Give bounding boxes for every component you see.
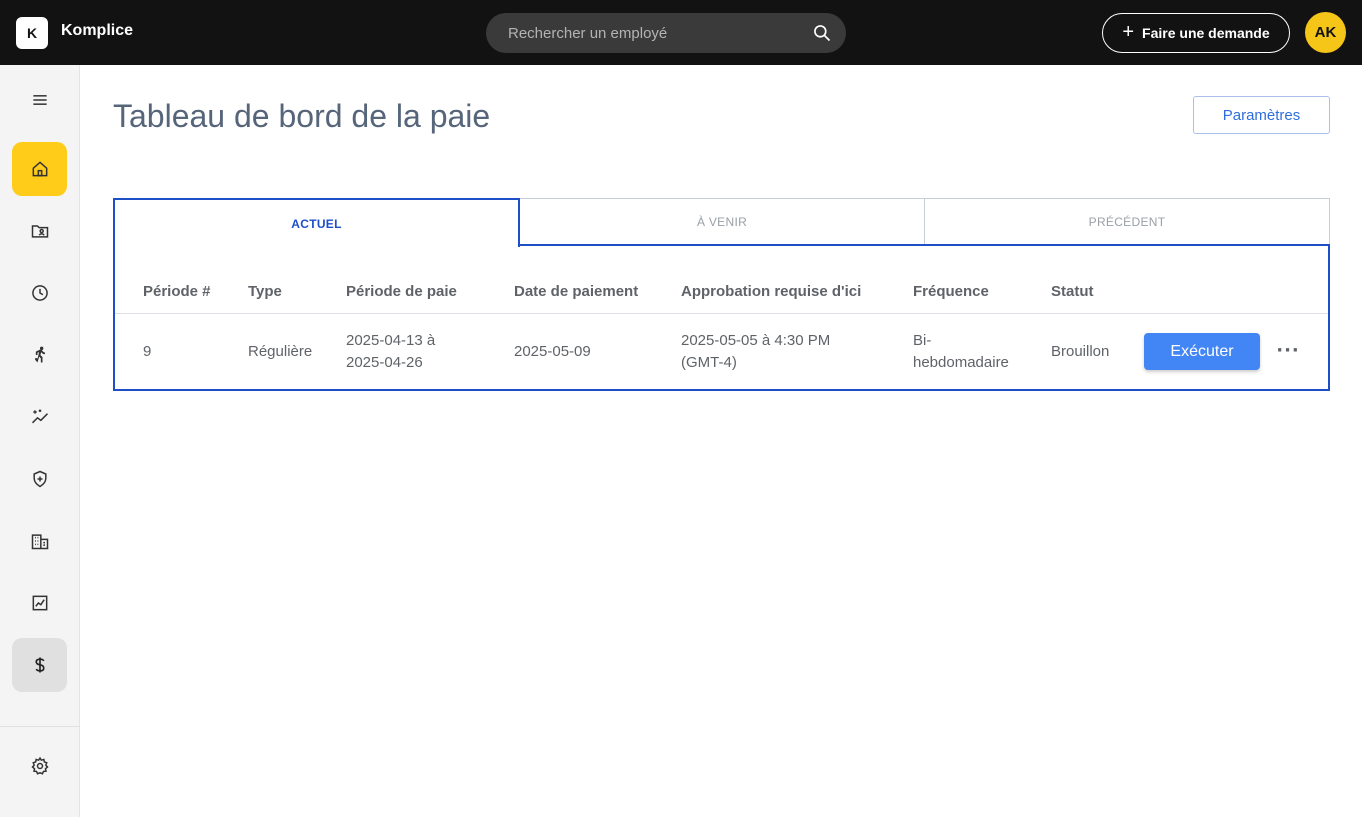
cell-frequency-line2: hebdomadaire [913, 354, 1009, 371]
sidebar-item-payroll[interactable] [12, 638, 67, 692]
more-options-icon[interactable]: ··· [1275, 340, 1301, 362]
request-button-label: Faire une demande [1142, 25, 1270, 41]
cell-type: Régulière [248, 343, 313, 360]
column-header-period: Période # [143, 283, 211, 300]
column-header-frequency: Fréquence [913, 283, 989, 300]
sidebar-item-performance[interactable] [12, 390, 67, 444]
cell-pay-period-start: 2025-04-13 à [346, 332, 436, 349]
cell-approval: 2025-05-05 à 4:30 PM (GMT-4) [681, 330, 830, 374]
column-header-approval: Approbation requise d'ici [681, 283, 862, 300]
search-bar [486, 13, 846, 53]
sidebar-item-activity[interactable] [12, 328, 67, 382]
cell-pay-period: 2025-04-13 à 2025-04-26 [346, 330, 435, 374]
search-input[interactable] [508, 13, 808, 53]
app-name: Komplice [61, 22, 134, 39]
sidebar-item-home[interactable] [12, 142, 67, 196]
tab-upcoming[interactable]: À VENIR [519, 198, 925, 246]
top-bar: K Komplice + Faire une demande AK [0, 0, 1362, 65]
gear-icon [30, 756, 49, 775]
avatar[interactable]: AK [1305, 12, 1346, 53]
sidebar-item-company[interactable] [12, 514, 67, 568]
menu-icon [32, 95, 47, 105]
sidebar-item-reports[interactable] [12, 576, 67, 630]
payroll-table: Période # Type Période de paie Date de p… [113, 244, 1330, 391]
cell-status: Brouillon [1051, 343, 1110, 360]
cell-frequency-line1: Bi- [913, 332, 932, 349]
line-chart-icon [32, 595, 47, 611]
plus-icon: + [1122, 21, 1135, 43]
cell-period: 9 [143, 343, 152, 360]
column-header-pay-period: Période de paie [346, 283, 457, 300]
cell-frequency: Bi- hebdomadaire [913, 330, 1009, 374]
cell-payment-date: 2025-05-09 [514, 343, 591, 360]
execute-button[interactable]: Exécuter [1144, 333, 1260, 370]
clock-icon [31, 285, 48, 301]
sidebar-item-documents[interactable] [12, 204, 67, 258]
column-header-payment-date: Date de paiement [514, 283, 639, 300]
tab-current[interactable]: ACTUEL [113, 198, 520, 247]
sidebar-item-benefits[interactable] [12, 452, 67, 506]
column-header-type: Type [248, 283, 282, 300]
folder-user-icon [31, 225, 48, 238]
tab-bar: ACTUEL À VENIR PRÉCÉDENT [113, 198, 1330, 247]
sparkle-chart-icon [31, 409, 48, 424]
sidebar-divider [0, 726, 80, 727]
sidebar-menu-toggle[interactable] [12, 73, 67, 127]
app-logo[interactable]: K [16, 17, 48, 49]
sidebar-item-time[interactable] [12, 266, 67, 320]
cell-approval-line1: 2025-05-05 à 4:30 PM [681, 332, 831, 349]
person-running-icon [34, 346, 45, 363]
column-header-status: Statut [1051, 283, 1094, 300]
request-button[interactable]: + Faire une demande [1102, 13, 1290, 53]
sidebar-item-settings[interactable] [12, 739, 67, 793]
tab-previous[interactable]: PRÉCÉDENT [924, 198, 1330, 246]
sidebar [0, 65, 80, 817]
search-icon[interactable] [812, 23, 832, 43]
shield-plus-icon [32, 470, 47, 488]
home-icon [32, 161, 47, 177]
page-title: Tableau de bord de la paie [113, 98, 491, 134]
header-divider [115, 313, 1328, 314]
building-icon [31, 534, 48, 550]
cell-pay-period-end: 2025-04-26 [346, 354, 423, 371]
dollar-icon [34, 657, 45, 673]
settings-button[interactable]: Paramètres [1193, 96, 1330, 134]
cell-approval-line2: (GMT-4) [681, 354, 737, 371]
